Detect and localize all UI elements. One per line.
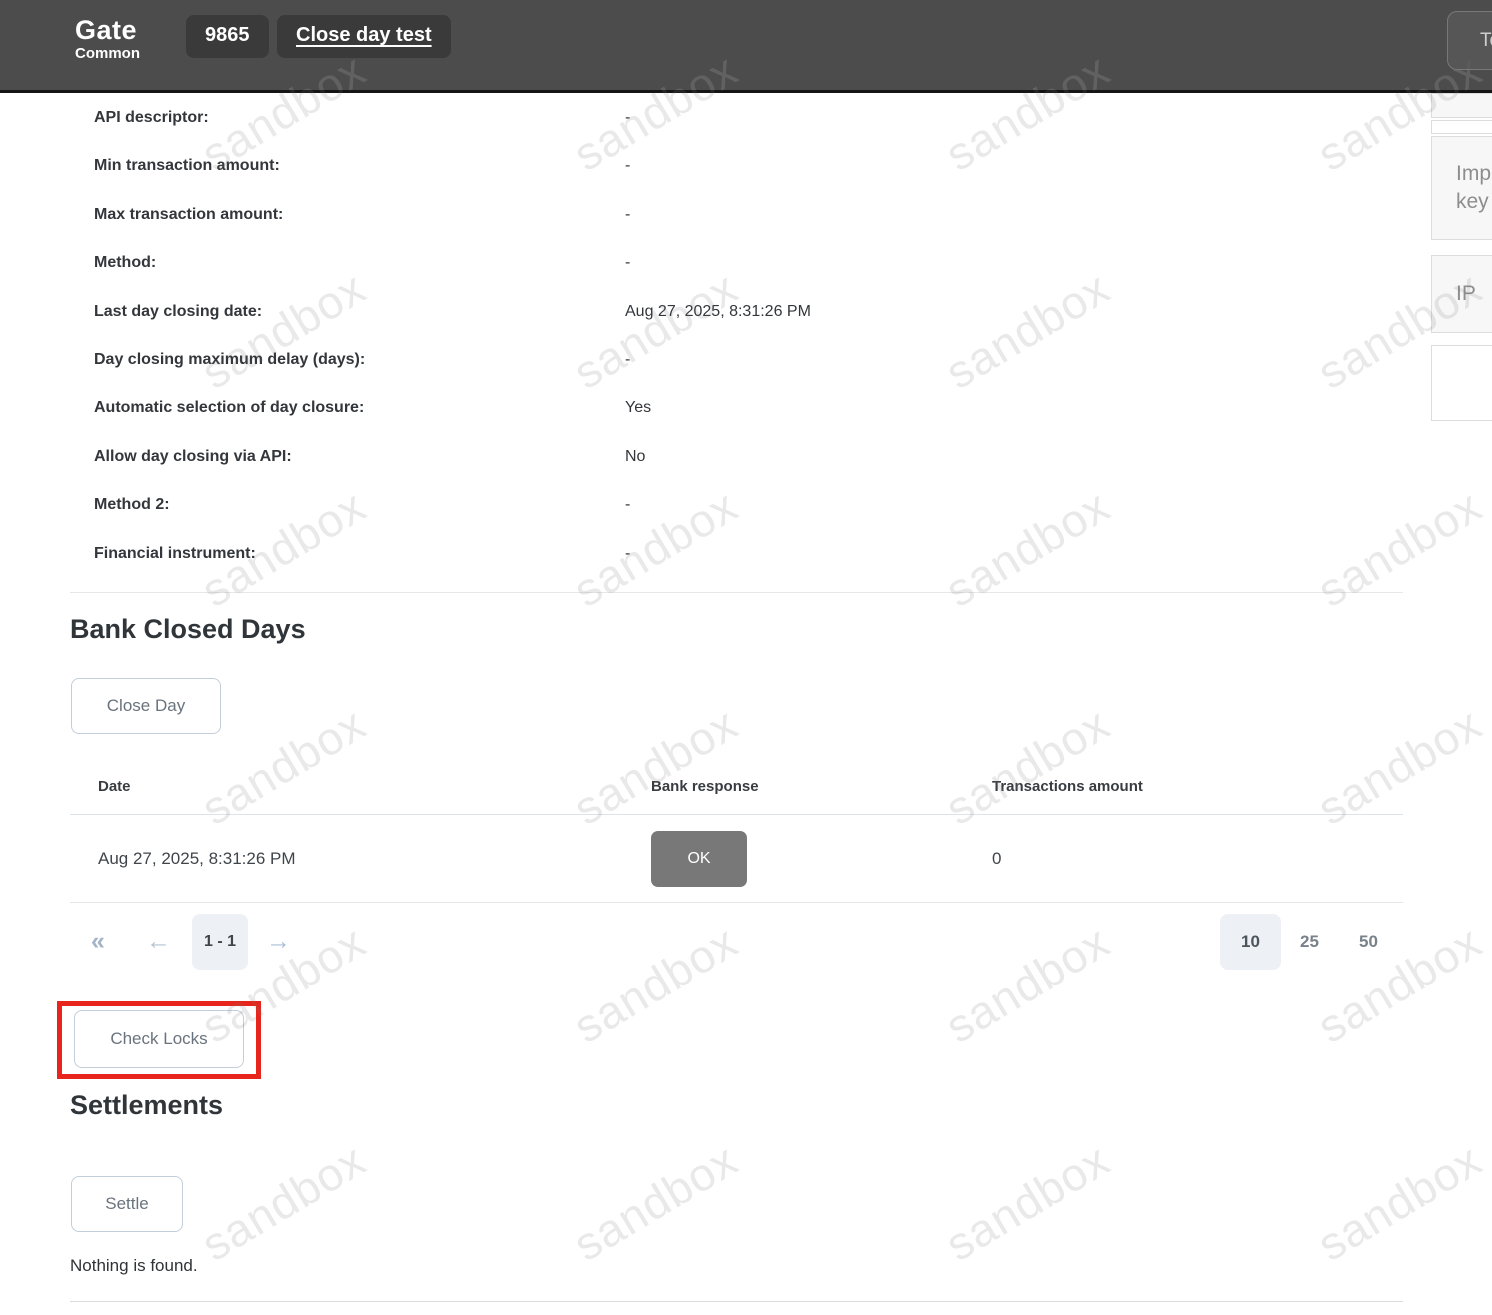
pagination-range: 1 - 1 [192,914,248,970]
bank-closed-days-title: Bank Closed Days [70,614,306,645]
detail-row: API descriptor: - [94,97,1394,145]
detail-row: Automatic selection of day closure: Yes [94,387,1394,435]
check-locks-button[interactable]: Check Locks [74,1010,244,1068]
detail-label: Last day closing date: [94,303,262,321]
sandbox-watermark: sandbox [936,42,1119,93]
sandbox-watermark: sandbox [564,1132,747,1271]
brand: Gate Common [75,15,140,62]
detail-value: Yes [625,399,651,417]
detail-row: Day closing maximum delay (days): - [94,339,1394,387]
page-size-25-button[interactable]: 25 [1300,914,1319,970]
column-header-transactions-amount: Transactions amount [992,778,1143,795]
brand-title: Gate [75,15,140,45]
settlements-empty-text: Nothing is found. [70,1256,198,1276]
header-bar: sandboxsandboxsandboxsandbox Gate Common… [0,0,1492,93]
detail-label: Min transaction amount: [94,157,280,175]
detail-value: - [625,545,630,563]
right-strip-item-cutoff-1[interactable] [1431,93,1492,118]
settlements-title: Settlements [70,1090,223,1121]
detail-label: Automatic selection of day closure: [94,399,364,417]
detail-row: Method: - [94,242,1394,290]
sandbox-watermark: sandbox [1308,914,1491,1053]
detail-row: Financial instrument: - [94,533,1394,581]
page-size-10-button[interactable]: 10 [1220,914,1281,970]
gate-details-list: API descriptor: - Min transaction amount… [94,97,1394,581]
detail-value: - [625,351,630,369]
table-cell-transactions-amount: 0 [992,849,1001,869]
right-strip-item-import-keys[interactable]: Imp key [1431,136,1492,240]
detail-row: Min transaction amount: - [94,145,1394,193]
detail-value: - [625,496,630,514]
brand-subtitle: Common [75,45,140,62]
detail-label: Max transaction amount: [94,206,283,224]
detail-label: Method 2: [94,496,170,514]
pagination-next-button[interactable]: → [266,914,291,970]
pagination-first-button[interactable]: « [91,914,105,970]
right-strip-item-ip[interactable]: IP [1431,255,1492,333]
sandbox-watermark: sandbox [564,42,747,93]
header-action-button-cutoff[interactable]: To [1447,11,1492,70]
right-strip-item-cutoff-3[interactable] [1431,345,1492,421]
sandbox-watermark: sandbox [564,914,747,1053]
pagination-prev-button[interactable]: ← [146,914,171,970]
detail-value: No [625,448,645,466]
page-size-50-button[interactable]: 50 [1359,914,1378,970]
column-header-date: Date [98,778,131,795]
right-strip-item-label: Imp key [1432,160,1492,216]
detail-row: Method 2: - [94,484,1394,532]
detail-label: Method: [94,254,156,272]
detail-value: Aug 27, 2025, 8:31:26 PM [625,303,811,321]
sandbox-watermark: sandbox [936,1132,1119,1271]
detail-label: API descriptor: [94,109,209,127]
table-cell-date: Aug 27, 2025, 8:31:26 PM [98,849,296,869]
settle-button[interactable]: Settle [71,1176,183,1232]
sandbox-watermark: sandbox [192,1132,375,1271]
detail-value: - [625,157,630,175]
page: sandbox sandbox sandbox sandbox Gate Common… [0,0,1492,1315]
detail-label: Financial instrument: [94,545,256,563]
section-divider [70,592,1403,593]
table-row-divider [70,902,1403,903]
gate-name-link[interactable]: Close day test [277,15,451,58]
detail-value: - [625,254,630,272]
detail-value: - [625,206,630,224]
right-strip-item-cutoff-2[interactable] [1431,120,1492,134]
detail-row: Last day closing date: Aug 27, 2025, 8:3… [94,291,1394,339]
detail-label: Day closing maximum delay (days): [94,351,365,369]
column-header-bank-response: Bank response [651,778,759,795]
close-day-button[interactable]: Close Day [71,678,221,734]
detail-label: Allow day closing via API: [94,448,292,466]
bottom-divider [70,1301,1403,1302]
table-header-divider [70,814,1403,815]
detail-row: Max transaction amount: - [94,194,1394,242]
detail-value: - [625,109,630,127]
bank-response-ok-button[interactable]: OK [651,831,747,887]
sandbox-watermark: sandbox [936,914,1119,1053]
detail-row: Allow day closing via API: No [94,436,1394,484]
right-strip-item-label: IP [1432,280,1492,308]
sandbox-watermark: sandbox [1308,1132,1491,1271]
gate-id-badge: 9865 [186,15,269,58]
